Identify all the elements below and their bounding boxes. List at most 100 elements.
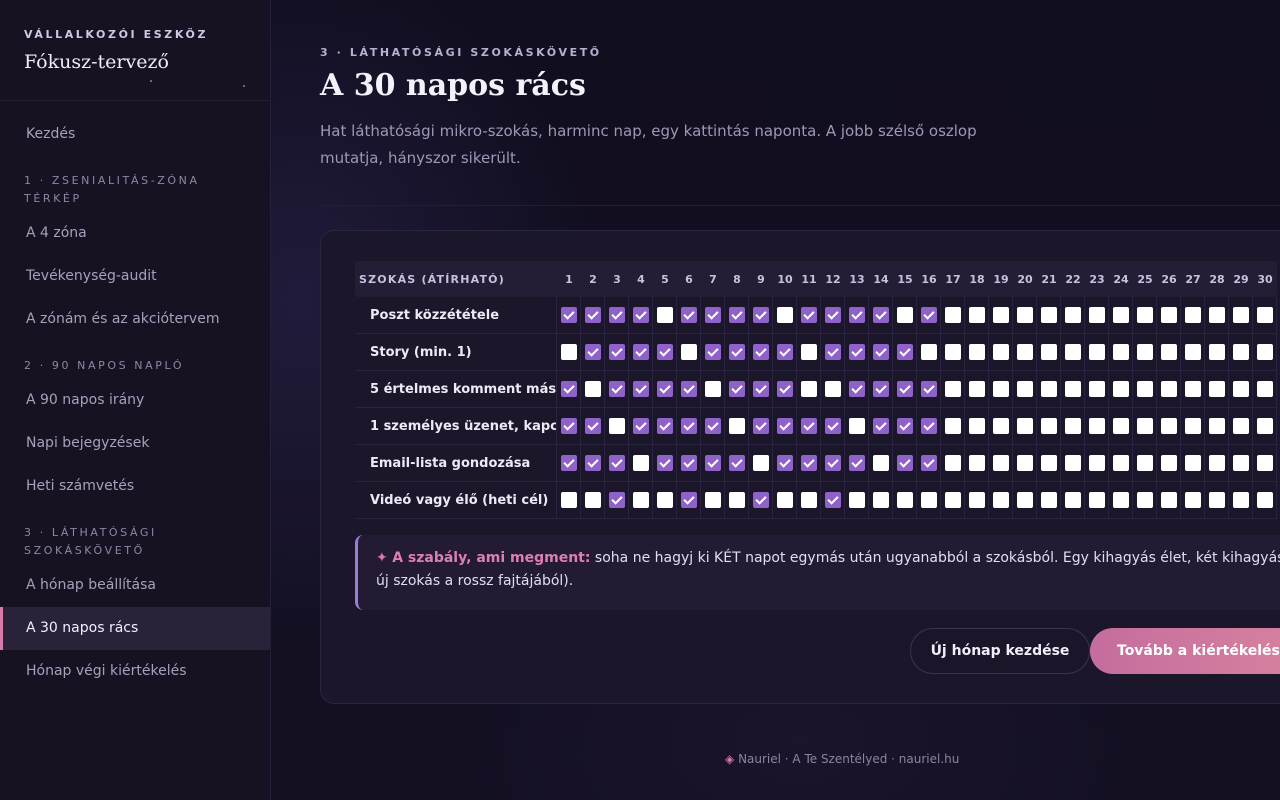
checkbox-unchecked[interactable] (992, 418, 1009, 434)
checkbox-unchecked[interactable] (1208, 455, 1225, 471)
checkbox-unchecked[interactable] (1088, 455, 1105, 471)
checkbox-unchecked[interactable] (800, 381, 817, 397)
checkbox-unchecked[interactable] (560, 344, 577, 360)
checkbox-unchecked[interactable] (1208, 492, 1225, 508)
checkbox-unchecked[interactable] (1088, 381, 1105, 397)
checkbox-unchecked[interactable] (944, 455, 961, 471)
checkbox-checked[interactable] (560, 418, 577, 434)
checkbox-unchecked[interactable] (968, 344, 985, 360)
checkbox-unchecked[interactable] (968, 418, 985, 434)
sidebar-item-30-day-grid[interactable]: A 30 napos rács (0, 607, 270, 650)
checkbox-unchecked[interactable] (1064, 381, 1081, 397)
checkbox-checked[interactable] (656, 344, 673, 360)
checkbox-unchecked[interactable] (992, 307, 1009, 323)
checkbox-checked[interactable] (824, 418, 841, 434)
new-month-button[interactable]: Új hónap kezdése (910, 628, 1090, 674)
sidebar-item-daily-entries[interactable]: Napi bejegyzések (0, 422, 270, 465)
checkbox-unchecked[interactable] (944, 418, 961, 434)
checkbox-checked[interactable] (584, 344, 601, 360)
sidebar-item-zone-action-plan[interactable]: A zónám és az akciótervem (0, 298, 270, 341)
checkbox-unchecked[interactable] (1208, 344, 1225, 360)
checkbox-unchecked[interactable] (1112, 307, 1129, 323)
checkbox-unchecked[interactable] (944, 344, 961, 360)
checkbox-unchecked[interactable] (1160, 492, 1177, 508)
checkbox-unchecked[interactable] (1232, 455, 1249, 471)
checkbox-checked[interactable] (872, 418, 889, 434)
checkbox-unchecked[interactable] (1256, 418, 1273, 434)
checkbox-unchecked[interactable] (1112, 381, 1129, 397)
sidebar-item-month-end-review[interactable]: Hónap végi kiértékelés (0, 650, 270, 693)
checkbox-checked[interactable] (584, 307, 601, 323)
checkbox-unchecked[interactable] (1136, 455, 1153, 471)
checkbox-checked[interactable] (608, 455, 625, 471)
checkbox-checked[interactable] (728, 381, 745, 397)
checkbox-unchecked[interactable] (1016, 418, 1033, 434)
checkbox-unchecked[interactable] (1160, 381, 1177, 397)
checkbox-unchecked[interactable] (1016, 455, 1033, 471)
checkbox-unchecked[interactable] (1016, 307, 1033, 323)
checkbox-checked[interactable] (920, 381, 937, 397)
checkbox-unchecked[interactable] (1256, 344, 1273, 360)
sidebar-item-weekly-review[interactable]: Heti számvetés (0, 465, 270, 508)
checkbox-checked[interactable] (584, 455, 601, 471)
checkbox-unchecked[interactable] (992, 381, 1009, 397)
checkbox-unchecked[interactable] (1184, 455, 1201, 471)
checkbox-checked[interactable] (896, 381, 913, 397)
checkbox-unchecked[interactable] (1256, 381, 1273, 397)
checkbox-unchecked[interactable] (920, 344, 937, 360)
checkbox-checked[interactable] (776, 418, 793, 434)
checkbox-unchecked[interactable] (776, 492, 793, 508)
checkbox-unchecked[interactable] (656, 492, 673, 508)
checkbox-checked[interactable] (848, 344, 865, 360)
checkbox-unchecked[interactable] (1208, 418, 1225, 434)
checkbox-unchecked[interactable] (1040, 307, 1057, 323)
checkbox-checked[interactable] (728, 307, 745, 323)
checkbox-unchecked[interactable] (1112, 344, 1129, 360)
checkbox-checked[interactable] (680, 307, 697, 323)
checkbox-unchecked[interactable] (1064, 418, 1081, 434)
checkbox-checked[interactable] (656, 418, 673, 434)
checkbox-unchecked[interactable] (1016, 344, 1033, 360)
checkbox-unchecked[interactable] (1184, 492, 1201, 508)
checkbox-unchecked[interactable] (1088, 307, 1105, 323)
checkbox-checked[interactable] (776, 455, 793, 471)
checkbox-checked[interactable] (776, 381, 793, 397)
checkbox-unchecked[interactable] (1184, 344, 1201, 360)
checkbox-unchecked[interactable] (1160, 455, 1177, 471)
checkbox-checked[interactable] (752, 418, 769, 434)
checkbox-unchecked[interactable] (1112, 418, 1129, 434)
checkbox-unchecked[interactable] (848, 492, 865, 508)
checkbox-unchecked[interactable] (1040, 492, 1057, 508)
checkbox-unchecked[interactable] (920, 492, 937, 508)
checkbox-checked[interactable] (680, 418, 697, 434)
checkbox-checked[interactable] (896, 455, 913, 471)
checkbox-unchecked[interactable] (1184, 381, 1201, 397)
checkbox-unchecked[interactable] (1064, 492, 1081, 508)
checkbox-checked[interactable] (680, 492, 697, 508)
checkbox-unchecked[interactable] (1112, 492, 1129, 508)
checkbox-unchecked[interactable] (944, 381, 961, 397)
checkbox-checked[interactable] (800, 455, 817, 471)
checkbox-checked[interactable] (560, 307, 577, 323)
checkbox-unchecked[interactable] (608, 418, 625, 434)
checkbox-unchecked[interactable] (680, 344, 697, 360)
checkbox-unchecked[interactable] (1136, 381, 1153, 397)
habit-name-input[interactable]: 1 személyes üzenet, kapcsolat (355, 407, 557, 445)
checkbox-unchecked[interactable] (1160, 307, 1177, 323)
checkbox-unchecked[interactable] (1088, 344, 1105, 360)
checkbox-unchecked[interactable] (1064, 344, 1081, 360)
checkbox-checked[interactable] (704, 455, 721, 471)
checkbox-checked[interactable] (656, 455, 673, 471)
checkbox-checked[interactable] (632, 418, 649, 434)
checkbox-unchecked[interactable] (824, 381, 841, 397)
checkbox-checked[interactable] (848, 307, 865, 323)
checkbox-checked[interactable] (752, 492, 769, 508)
checkbox-unchecked[interactable] (1040, 418, 1057, 434)
checkbox-checked[interactable] (560, 381, 577, 397)
checkbox-unchecked[interactable] (1040, 344, 1057, 360)
checkbox-unchecked[interactable] (872, 492, 889, 508)
checkbox-checked[interactable] (680, 455, 697, 471)
habit-name-input[interactable]: Story (min. 1) (355, 333, 557, 371)
checkbox-unchecked[interactable] (872, 455, 889, 471)
checkbox-unchecked[interactable] (584, 492, 601, 508)
